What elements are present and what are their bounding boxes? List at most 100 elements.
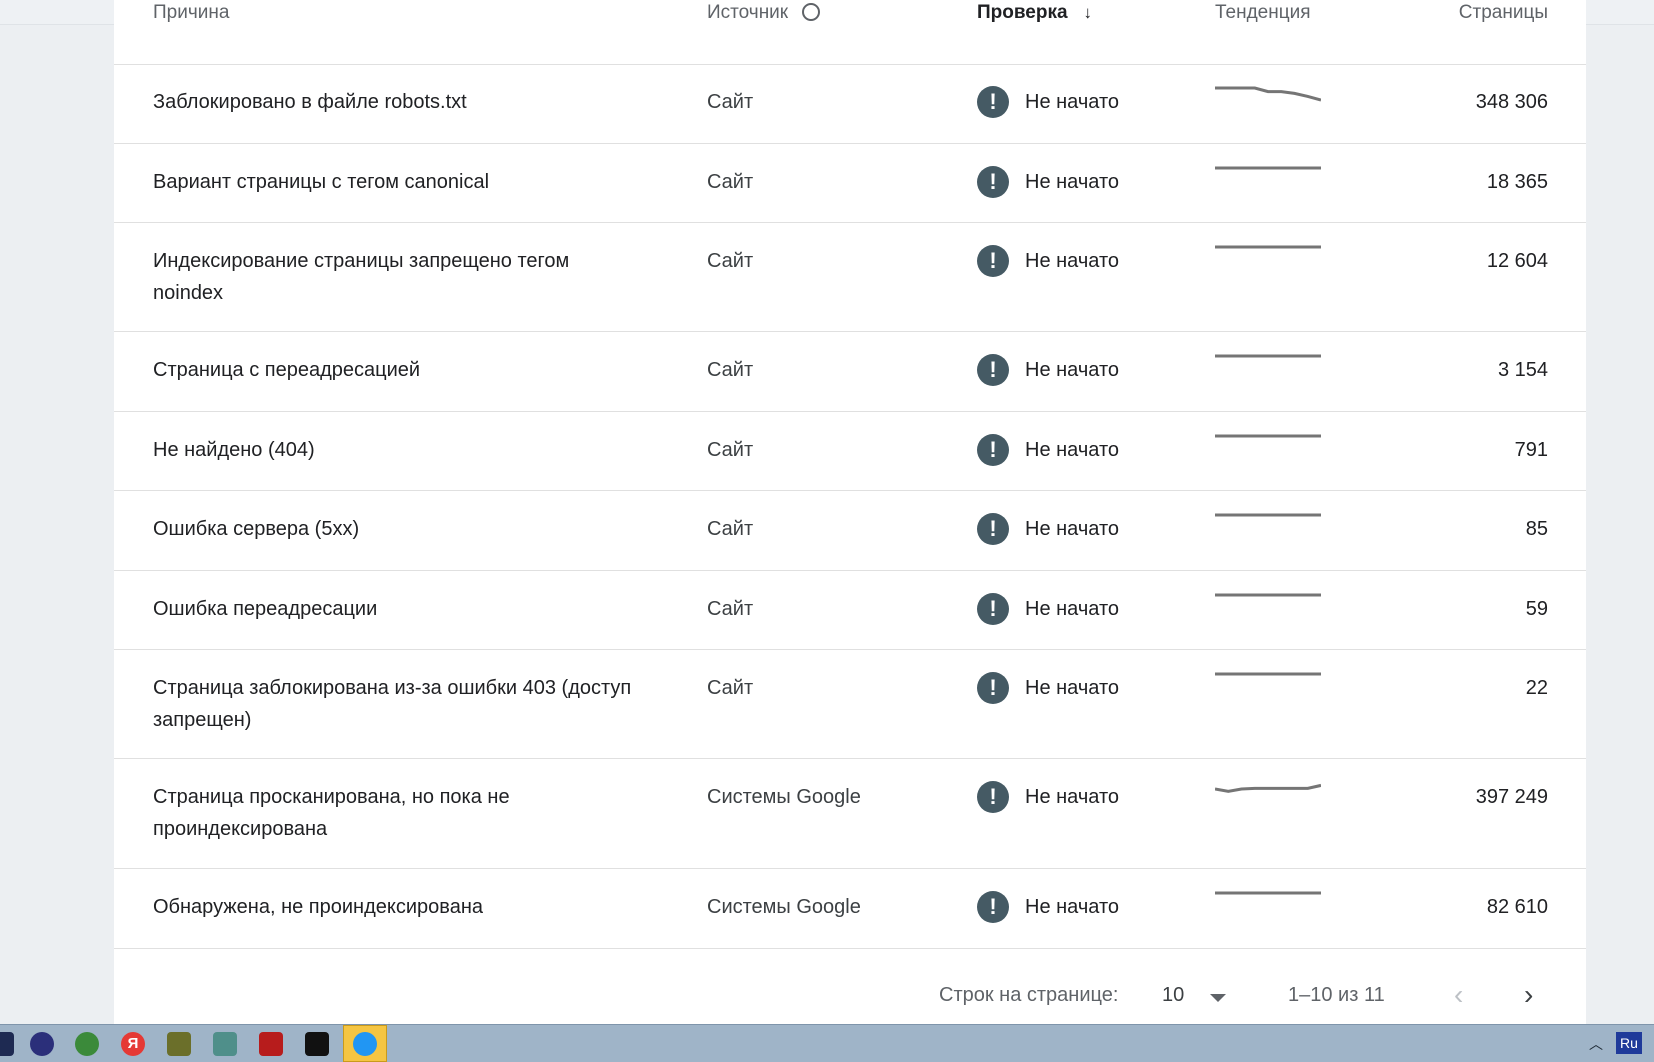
help-icon[interactable] [802, 3, 821, 21]
issue-source: Сайт [707, 171, 754, 193]
taskbar-terminal-icon[interactable] [213, 1032, 237, 1056]
exclamation-warning-icon: ! [977, 513, 1009, 545]
table-row[interactable]: Вариант страницы с тегом canonical Сайт ! Н… [114, 144, 1586, 223]
taskbar-active-app-icon[interactable] [353, 1032, 377, 1056]
column-header-pages[interactable]: Страницы [1459, 2, 1548, 24]
validation-status-label: Не начато [1025, 250, 1120, 272]
issue-reason: Ошибка сервера (5xx) [153, 518, 360, 540]
issue-reason: Страница с переадресацией [153, 359, 421, 381]
table-pagination: Строк на странице: 10 1–10 из 11 ‹ › [114, 949, 1586, 1024]
trend-sparkline [1215, 241, 1321, 271]
affected-pages-count: 59 [1525, 598, 1548, 620]
exclamation-warning-icon: ! [977, 245, 1009, 277]
column-header-source-label: Источник [707, 2, 789, 23]
sparkline-path [1215, 783, 1321, 793]
issue-reason: Страница заблокирована из-за ошибки 403 … [153, 677, 632, 731]
issue-reason: Не найдено (404) [153, 439, 315, 461]
table-row[interactable]: Не найдено (404) Сайт! Не начато 791 [114, 412, 1586, 491]
table-row[interactable]: Ошибка сервера (5xx) Сайт! Не начато 85 [114, 491, 1586, 571]
trend-sparkline [1215, 350, 1321, 380]
validation-status: ! Не начато [977, 781, 1119, 813]
issue-reason: Вариант страницы с тегом canonical [153, 171, 490, 193]
taskbar-app-icon[interactable] [0, 1032, 14, 1056]
taskbar-browser-icon[interactable] [75, 1032, 99, 1056]
tray-expand-icon[interactable]: ︿ [1589, 1034, 1603, 1054]
affected-pages-count: 18 365 [1486, 171, 1548, 193]
column-header-trend: Тенденция [1215, 2, 1311, 23]
trend-sparkline [1215, 162, 1321, 192]
issue-source: Системы Google [707, 786, 861, 808]
issue-reason: Обнаружена, не проиндексирована [153, 896, 483, 918]
exclamation-warning-icon: ! [977, 434, 1009, 466]
validation-status: ! Не начато [977, 166, 1119, 198]
issue-source: Сайт [707, 359, 754, 381]
issue-reason: Страница просканирована, но пока не прои… [153, 786, 510, 840]
chevron-right-icon[interactable]: › [1524, 979, 1533, 1011]
language-indicator[interactable]: Ru [1616, 1032, 1642, 1054]
validation-status-label: Не начато [1025, 91, 1120, 113]
page-range-label: 1–10 из 11 [1288, 984, 1385, 1006]
exclamation-warning-icon: ! [977, 672, 1009, 704]
validation-status-label: Не начато [1025, 786, 1120, 808]
chevron-left-icon[interactable]: ‹ [1454, 979, 1463, 1011]
affected-pages-count: 3 154 [1497, 359, 1548, 381]
trend-sparkline [1215, 887, 1321, 917]
trend-sparkline [1215, 82, 1321, 112]
table-row[interactable]: Страница заблокирована из-за ошибки 403 … [114, 650, 1586, 759]
column-header-source[interactable]: Источник [707, 2, 821, 24]
dropdown-caret-icon[interactable] [1210, 994, 1226, 1002]
trend-sparkline [1215, 777, 1321, 807]
validation-status: ! Не начато [977, 672, 1119, 704]
table-row[interactable]: Ошибка переадресации Сайт ! Не начато 59 [114, 571, 1586, 650]
table-row[interactable]: Страница с переадресацией Сайт ! Не начато 3… [114, 332, 1586, 412]
trend-sparkline [1215, 509, 1321, 539]
exclamation-warning-icon: ! [977, 891, 1009, 923]
affected-pages-count: 348 306 [1475, 91, 1548, 113]
table-row[interactable]: Обнаружена, не проиндексирована Системы G… [114, 869, 1586, 949]
affected-pages-count: 22 [1525, 677, 1548, 699]
column-header-check[interactable]: Проверка ↓ [977, 2, 1092, 24]
sparkline-path [1215, 86, 1321, 102]
validation-status: ! Не начато [977, 513, 1119, 545]
affected-pages-count: 82 610 [1486, 896, 1548, 918]
issue-source: Сайт [707, 439, 754, 461]
validation-status-label: Не начато [1025, 896, 1120, 918]
validation-status-label: Не начато [1025, 439, 1120, 461]
issue-source: Сайт [707, 598, 754, 620]
exclamation-warning-icon: ! [977, 354, 1009, 386]
table-row[interactable]: Страница просканирована, но пока не прои… [114, 759, 1586, 869]
issue-source: Системы Google [707, 896, 861, 918]
issue-reason: Ошибка переадресации [153, 598, 378, 620]
affected-pages-count: 12 604 [1486, 250, 1548, 272]
windows-taskbar: Я ︿ Ru [0, 1024, 1654, 1062]
sort-down-arrow-icon: ↓ [1083, 3, 1093, 22]
validation-status-label: Не начато [1025, 518, 1120, 540]
trend-sparkline [1215, 430, 1321, 460]
column-header-reason[interactable]: Причина [153, 2, 229, 24]
rows-per-page-select[interactable]: 10 [1162, 984, 1184, 1007]
issue-source: Сайт [707, 91, 754, 113]
indexing-issues-card: Причина Источник Проверка ↓ Тенденция Стр… [114, 0, 1586, 1024]
trend-sparkline [1215, 668, 1321, 698]
table-row[interactable]: Индексирование страницы запрещено тегом … [114, 223, 1586, 332]
validation-status: ! Не начато [977, 434, 1119, 466]
taskbar-app-icon[interactable] [167, 1032, 191, 1056]
taskbar-filezilla-icon[interactable] [259, 1032, 283, 1056]
issue-source: Сайт [707, 677, 754, 699]
issue-source: Сайт [707, 518, 754, 540]
affected-pages-count: 85 [1525, 518, 1548, 540]
exclamation-warning-icon: ! [977, 166, 1009, 198]
rows-per-page-label: Строк на странице: [939, 984, 1119, 1006]
taskbar-yandex-icon[interactable]: Я [121, 1032, 145, 1056]
taskbar-app-icon[interactable] [305, 1032, 329, 1056]
validation-status: ! Не начато [977, 593, 1119, 625]
exclamation-warning-icon: ! [977, 86, 1009, 118]
validation-status: ! Не начато [977, 891, 1119, 923]
exclamation-warning-icon: ! [977, 593, 1009, 625]
table-row[interactable]: Заблокировано в файле robots.txt Сайт! Не … [114, 64, 1586, 144]
taskbar-app-icon[interactable] [30, 1032, 54, 1056]
affected-pages-count: 397 249 [1475, 786, 1548, 808]
table-header: Причина Источник Проверка ↓ Тенденция Стр… [114, 0, 1586, 65]
validation-status: ! Не начато [977, 354, 1119, 386]
exclamation-warning-icon: ! [977, 781, 1009, 813]
